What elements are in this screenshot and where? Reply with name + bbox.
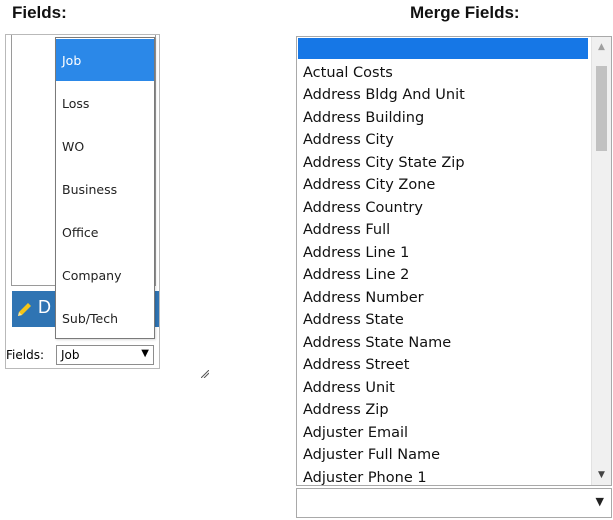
merge-fields-list[interactable]: Actual Costs Address Bldg And Unit Addre…	[296, 36, 612, 486]
list-item[interactable]: Address Country	[303, 197, 423, 219]
list-item[interactable]: Address City	[303, 129, 394, 151]
dropdown-item-loss[interactable]: Loss	[56, 82, 154, 124]
dropdown-item-business[interactable]: Business	[56, 168, 154, 210]
list-item[interactable]: Address Bldg And Unit	[303, 84, 465, 106]
list-item-selected-empty[interactable]	[298, 38, 588, 59]
fields-label: Fields:	[6, 348, 44, 362]
dropdown-item-office[interactable]: Office	[56, 211, 154, 253]
list-item[interactable]: Address Number	[303, 287, 424, 309]
list-item[interactable]: Adjuster Phone 1	[303, 467, 427, 485]
resize-handle-icon[interactable]	[200, 363, 210, 379]
fields-selector-row: Fields: Job ▼	[6, 344, 210, 379]
list-item[interactable]: Address State	[303, 309, 404, 331]
list-item[interactable]: Address Street	[303, 354, 409, 376]
vertical-scrollbar[interactable]: ▲ ▼	[591, 37, 611, 485]
pencil-icon[interactable]	[16, 300, 34, 318]
fields-dropdown-list[interactable]: Job Loss WO Business Office Company Sub/…	[55, 37, 155, 339]
fields-select[interactable]: Job ▼	[56, 345, 210, 379]
fields-heading: Fields:	[12, 3, 67, 22]
triangle-down-icon: ▼	[141, 348, 149, 359]
scroll-up-arrow-icon[interactable]: ▲	[592, 37, 611, 57]
fields-select-value: Job	[61, 348, 80, 362]
list-item[interactable]: Address Zip	[303, 399, 389, 421]
list-item[interactable]: Address City State Zip	[303, 152, 465, 174]
dropdown-item-wo[interactable]: WO	[56, 125, 154, 167]
list-item[interactable]: Adjuster Email	[303, 422, 408, 444]
dropdown-item-job[interactable]: Job	[56, 39, 154, 81]
merge-fields-heading: Merge Fields:	[410, 3, 520, 22]
list-item[interactable]: Address Line 2	[303, 264, 409, 286]
merge-fields-select[interactable]: ▼	[296, 488, 612, 518]
scroll-down-arrow-icon[interactable]: ▼	[592, 465, 611, 485]
toolbar-partial-label: D	[38, 297, 51, 317]
list-item[interactable]: Address Full	[303, 219, 390, 241]
list-item[interactable]: Address Building	[303, 107, 424, 129]
list-item[interactable]: Adjuster Full Name	[303, 444, 440, 466]
list-item[interactable]: Address State Name	[303, 332, 451, 354]
dropdown-item-sub-tech[interactable]: Sub/Tech	[56, 297, 154, 339]
scrollbar-thumb[interactable]	[596, 66, 607, 151]
triangle-down-icon: ▼	[595, 495, 604, 508]
list-item[interactable]: Actual Costs	[303, 62, 393, 84]
dropdown-item-company[interactable]: Company	[56, 254, 154, 296]
list-item[interactable]: Address City Zone	[303, 174, 435, 196]
list-item[interactable]: Address Line 1	[303, 242, 409, 264]
list-item[interactable]: Address Unit	[303, 377, 395, 399]
